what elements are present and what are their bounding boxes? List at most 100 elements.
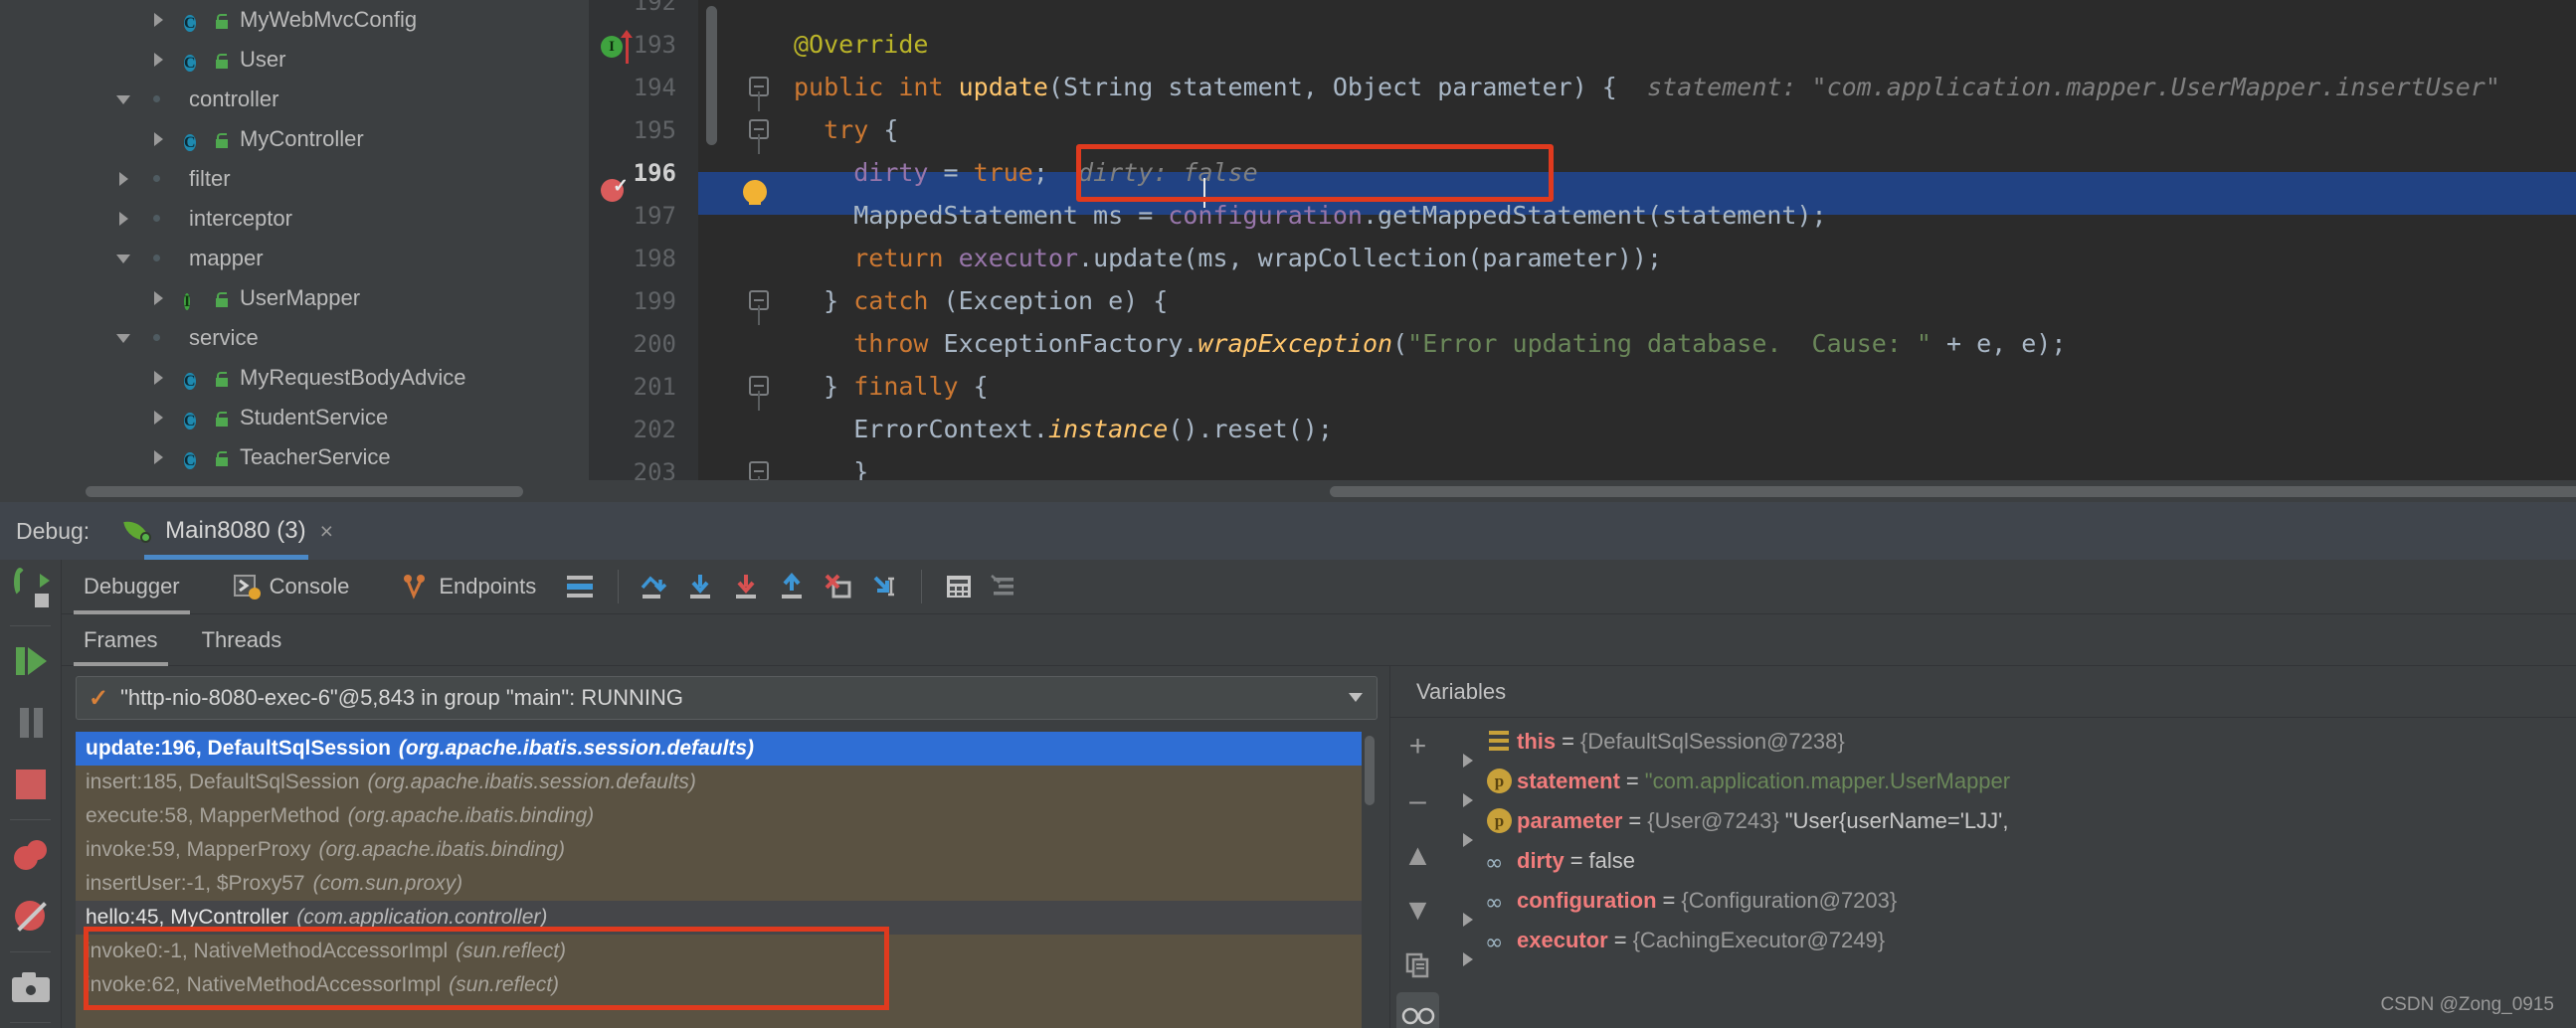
chevron-down-icon[interactable] (113, 248, 135, 269)
chevron-right-icon[interactable] (148, 128, 170, 150)
chevron-right-icon[interactable] (113, 168, 135, 190)
fold-region-toggle[interactable] (731, 237, 786, 279)
watches-icon[interactable] (1396, 992, 1439, 1028)
editor-hscrollbar[interactable] (589, 480, 2576, 502)
sub-tab-frames[interactable]: Frames (62, 614, 180, 666)
pause-icon[interactable] (0, 692, 61, 754)
fold-region-toggle[interactable] (731, 23, 786, 66)
code-line-193[interactable]: 193 @Override (589, 23, 2576, 66)
intention-bulb-icon[interactable] (743, 180, 767, 205)
gutter-marker-area[interactable] (676, 408, 731, 450)
step-out-icon[interactable] (770, 560, 816, 614)
chevron-down-icon[interactable] (113, 88, 135, 110)
chevron-right-icon[interactable] (113, 208, 135, 230)
chevron-down-icon[interactable] (113, 327, 135, 349)
close-icon[interactable]: × (320, 518, 333, 545)
frame-list-item[interactable]: insertUser:-1, $Proxy57 (com.sun.proxy) (76, 867, 1378, 901)
project-tree[interactable]: C MyWebMvcConfig C User controller C MyControl… (0, 0, 589, 502)
step-over-icon[interactable] (633, 560, 678, 614)
variable-row[interactable]: this = {DefaultSqlSession@7238} (1445, 722, 2576, 768)
variables-list[interactable]: this = {DefaultSqlSession@7238} p statement =… (1445, 722, 2576, 1028)
copy-icon[interactable] (1390, 938, 1445, 992)
tree-item-myrequestbodyadvice[interactable]: C MyRequestBodyAdvice (0, 358, 589, 398)
tab-console[interactable]: Console (202, 560, 372, 614)
frame-list-item[interactable]: hello:45, MyController (com.application.c… (76, 901, 1378, 935)
tree-item-mycontroller[interactable]: C MyController (0, 119, 589, 159)
chevron-right-icon[interactable] (148, 49, 170, 71)
frames-list[interactable]: update:196, DefaultSqlSession (org.apache… (76, 732, 1378, 1028)
fold-region-toggle[interactable] (731, 365, 786, 411)
resume-icon[interactable] (0, 630, 61, 692)
code-line-199[interactable]: 199 } catch (Exception e) { (589, 279, 2576, 325)
frame-list-item[interactable]: invoke0:-1, NativeMethodAccessorImpl (sun… (76, 935, 1378, 968)
tree-item-teacherservice[interactable]: C TeacherService (0, 437, 589, 477)
evaluate-icon[interactable] (936, 560, 982, 614)
thread-selector[interactable]: ✓ "http-nio-8080-exec-6"@5,843 in group … (76, 676, 1378, 720)
up-icon[interactable]: ▲ (1390, 828, 1445, 883)
chevron-down-icon[interactable] (1349, 693, 1363, 702)
scroll-thumb[interactable] (1365, 736, 1375, 805)
variable-row[interactable]: ∞ dirty = false (1445, 841, 2576, 881)
settings-lines-icon[interactable] (982, 560, 1027, 614)
step-into-icon[interactable] (678, 560, 724, 614)
fold-region-toggle[interactable] (731, 0, 786, 23)
fold-region-toggle[interactable] (731, 322, 786, 365)
variable-row[interactable]: p statement = "com.application.mapper.UserM… (1445, 762, 2576, 807)
scroll-thumb[interactable] (86, 486, 523, 497)
rerun-icon[interactable] (0, 560, 61, 621)
add-icon[interactable]: + (1390, 719, 1445, 773)
gutter-marker-area[interactable] (676, 0, 731, 23)
variable-row[interactable]: p parameter = {User@7243} "User{userName='L… (1445, 801, 2576, 847)
frame-list-item[interactable]: insert:185, DefaultSqlSession (org.apache… (76, 766, 1378, 799)
tab-endpoints[interactable]: Endpoints (371, 560, 558, 614)
tree-item-service[interactable]: service (0, 318, 589, 358)
project-tree-hscrollbar[interactable] (80, 480, 589, 502)
gutter-marker-area[interactable] (676, 279, 731, 322)
tree-item-mywebmvcconfig[interactable]: C MyWebMvcConfig (0, 0, 589, 40)
gutter-marker-area[interactable] (676, 151, 731, 194)
code-line-200[interactable]: 200 throw ExceptionFactory.wrapException… (589, 322, 2576, 365)
down-icon[interactable]: ▼ (1390, 883, 1445, 938)
tree-item-filter[interactable]: filter (0, 159, 589, 199)
variable-row[interactable]: ∞ executor = {CachingExecutor@7249} (1445, 921, 2576, 966)
gutter-marker-area[interactable] (676, 194, 731, 237)
sub-tab-threads[interactable]: Threads (180, 614, 304, 666)
chevron-right-icon[interactable] (148, 407, 170, 428)
code-line-196[interactable]: 196 dirty = true; dirty: false (589, 151, 2576, 194)
remove-icon[interactable]: – (1390, 773, 1445, 828)
stop-icon[interactable] (0, 754, 61, 815)
code-line-192[interactable]: 192 (589, 0, 2576, 23)
gutter-marker-area[interactable] (676, 365, 731, 408)
snapshot-icon[interactable] (0, 956, 61, 1018)
fold-region-toggle[interactable] (731, 408, 786, 450)
tab-debugger[interactable]: Debugger (62, 560, 202, 614)
gutter-marker-area[interactable] (676, 237, 731, 279)
chevron-right-icon[interactable] (148, 287, 170, 309)
frame-list-item[interactable]: execute:58, MapperMethod (org.apache.ibat… (76, 799, 1378, 833)
chevron-right-icon[interactable] (148, 9, 170, 31)
fold-region-toggle[interactable] (731, 279, 786, 325)
gutter-marker-area[interactable] (676, 108, 731, 151)
mute-breakpoints-icon[interactable] (0, 824, 61, 886)
code-line-197[interactable]: 197 MappedStatement ms = configuration.g… (589, 194, 2576, 237)
frame-list-item[interactable]: invoke:62, NativeMethodAccessorImpl (sun.… (76, 968, 1378, 1002)
code-editor[interactable]: 192 193 @Override 194 public int update(Stri… (589, 0, 2576, 502)
code-line-194[interactable]: 194 public int update(String statement, O… (589, 66, 2576, 111)
tree-item-controller[interactable]: controller (0, 80, 589, 119)
frame-list-item[interactable]: update:196, DefaultSqlSession (org.apache… (76, 732, 1378, 766)
tree-item-user[interactable]: C User (0, 40, 589, 80)
view-breakpoints-icon[interactable] (0, 886, 61, 947)
tree-item-usermapper[interactable]: I UserMapper (0, 278, 589, 318)
tree-item-studentservice[interactable]: C StudentService (0, 398, 589, 437)
tree-item-interceptor[interactable]: interceptor (0, 199, 589, 239)
tree-item-mapper[interactable]: mapper (0, 239, 589, 278)
layout-icon[interactable] (558, 560, 604, 614)
gutter-marker-area[interactable] (676, 23, 731, 66)
frames-scrollbar[interactable] (1362, 732, 1378, 1028)
chevron-right-icon[interactable] (148, 367, 170, 389)
drop-frame-icon[interactable] (816, 560, 861, 614)
run-method-icon[interactable]: I (601, 36, 623, 58)
code-line-202[interactable]: 202 ErrorContext.instance().reset(); (589, 408, 2576, 450)
chevron-right-icon[interactable] (148, 446, 170, 468)
code-line-198[interactable]: 198 return executor.update(ms, wrapColle… (589, 237, 2576, 279)
